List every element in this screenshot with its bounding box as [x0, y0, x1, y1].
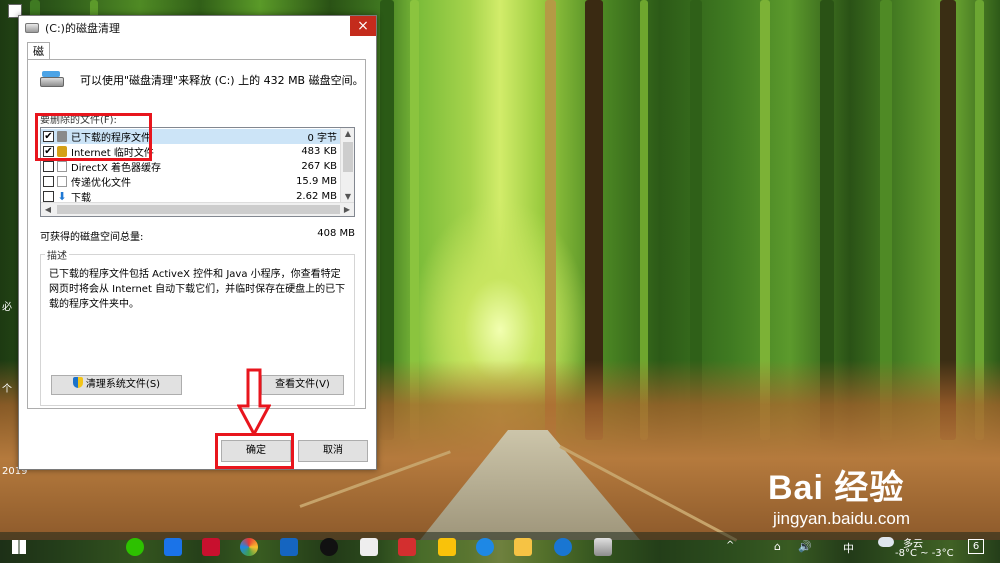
annotation-highlight-box — [215, 433, 294, 469]
fox-app-icon[interactable] — [360, 538, 378, 556]
volume-icon[interactable]: 🔊 — [798, 540, 812, 553]
watermark-url: jingyan.baidu.com — [773, 509, 911, 528]
description-group: 描述 已下载的程序文件包括 ActiveX 控件和 Java 小程序，你查看特定… — [40, 247, 355, 406]
horizontal-scrollbar[interactable]: ◀ ▶ — [41, 202, 354, 216]
disk-cleanup-app-icon — [25, 23, 39, 33]
window-title: (C:)的磁盘清理 — [45, 22, 120, 35]
tab-panel: 可以使用"磁盘清理"来释放 (C:) 上的 432 MB 磁盘空间。 要删除的文… — [27, 59, 366, 409]
file-icon — [57, 176, 67, 187]
annotation-arrow-icon — [237, 368, 271, 436]
checkbox[interactable] — [43, 191, 54, 202]
desktop-label: 必 — [2, 302, 12, 313]
annotation-highlight-box — [35, 113, 152, 161]
chrome-icon[interactable] — [240, 538, 258, 556]
input-method-indicator[interactable]: 中 — [843, 540, 854, 556]
clean-system-files-button[interactable]: 清理系统文件(S) — [51, 375, 182, 395]
vpn-app-icon[interactable] — [554, 538, 572, 556]
description-text: 已下载的程序文件包括 ActiveX 控件和 Java 小程序，你查看特定网页时… — [49, 269, 346, 310]
view-files-button[interactable]: 查看文件(V) — [261, 375, 344, 395]
vertical-scrollbar[interactable]: ▲ ▼ — [340, 128, 354, 203]
file-size: 15.9 MB — [296, 176, 337, 187]
checkbox[interactable] — [43, 161, 54, 172]
network-icon[interactable]: ⌂ — [774, 540, 781, 553]
cancel-button[interactable]: 取消 — [298, 440, 368, 462]
notes-app-icon[interactable] — [438, 538, 456, 556]
notification-icon[interactable]: 6 — [968, 539, 984, 554]
scroll-thumb[interactable] — [343, 142, 353, 172]
weather-cloud-icon — [878, 537, 894, 547]
qq-icon[interactable] — [320, 538, 338, 556]
desktop-label: 个 — [2, 384, 12, 395]
list-item[interactable]: 传递优化文件 15.9 MB — [41, 174, 341, 189]
total-space-label: 可获得的磁盘空间总量: — [40, 232, 144, 243]
file-size: 2.62 MB — [296, 191, 337, 202]
download-arrow-icon: ⬇ — [57, 190, 67, 203]
scroll-right-icon[interactable]: ▶ — [340, 203, 354, 216]
description-title: 描述 — [45, 247, 69, 262]
browser-icon[interactable] — [164, 538, 182, 556]
drive-icon — [40, 71, 64, 89]
temperature-text: -8°C ~ -3°C — [895, 548, 954, 559]
checkbox[interactable] — [43, 176, 54, 187]
header-text: 可以使用"磁盘清理"来释放 (C:) 上的 432 MB 磁盘空间。 — [80, 74, 364, 87]
title-bar[interactable]: (C:)的磁盘清理 × — [19, 16, 376, 40]
show-hidden-icons-icon[interactable]: ^ — [726, 540, 734, 551]
watermark-main: Bai 经验 — [768, 469, 905, 507]
wechat-icon[interactable] — [126, 538, 144, 556]
app-store-icon[interactable] — [280, 538, 298, 556]
file-size: 267 KB — [301, 161, 337, 172]
close-button[interactable]: × — [350, 16, 376, 36]
file-explorer-icon[interactable] — [514, 538, 532, 556]
shield-icon — [72, 377, 83, 388]
file-size: 0 字节 — [307, 133, 337, 144]
header-row: 可以使用"磁盘清理"来释放 (C:) 上的 432 MB 磁盘空间。 — [40, 71, 364, 89]
file-name: DirectX 着色器缓存 — [71, 163, 161, 174]
it-app-icon[interactable] — [202, 538, 220, 556]
scroll-left-icon[interactable]: ◀ — [41, 203, 55, 216]
scroll-up-icon[interactable]: ▲ — [341, 128, 354, 140]
windows-start-icon[interactable] — [12, 540, 26, 554]
tab-disk-cleanup[interactable]: 磁盘清理 — [27, 42, 50, 109]
disk-cleanup-dialog: (C:)的磁盘清理 × 磁盘清理 可以使用"磁盘清理"来释放 (C:) 上的 4… — [18, 15, 377, 470]
scroll-thumb[interactable] — [57, 205, 340, 214]
file-name: 传递优化文件 — [71, 178, 131, 189]
total-space-value: 408 MB — [317, 228, 355, 239]
file-size: 483 KB — [301, 146, 337, 157]
list-item[interactable]: DirectX 着色器缓存 267 KB — [41, 159, 341, 174]
disk-cleanup-taskbar-icon[interactable] — [594, 538, 612, 556]
edge-browser-icon[interactable] — [476, 538, 494, 556]
pdf-reader-icon[interactable] — [398, 538, 416, 556]
file-icon — [57, 161, 67, 172]
baidu-watermark: Bai 经验 jingyan.baidu.com — [768, 460, 910, 529]
